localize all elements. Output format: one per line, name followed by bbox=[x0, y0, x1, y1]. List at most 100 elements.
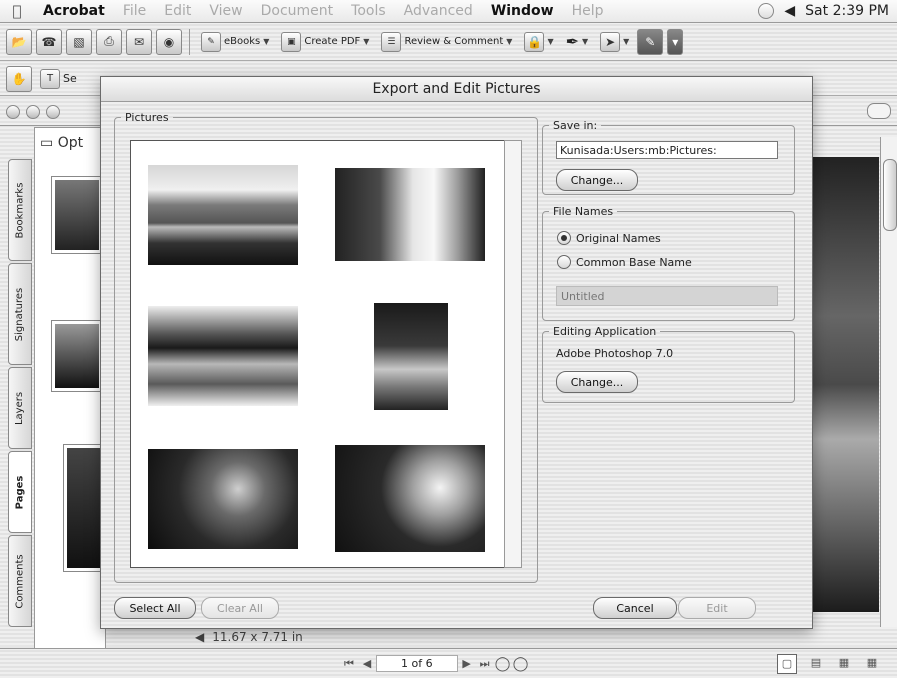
page-indicator[interactable]: 1 of 6 bbox=[376, 655, 458, 672]
tab-pages[interactable]: Pages bbox=[8, 451, 32, 533]
options-button[interactable]: ▭ Opt bbox=[40, 135, 83, 151]
picture-thumbnail[interactable] bbox=[374, 303, 448, 410]
go-forward-icon[interactable]: ◯ bbox=[512, 655, 530, 673]
dropdown-arrow-icon[interactable]: ▼ bbox=[547, 37, 553, 46]
continuous-icon[interactable]: ▤ bbox=[807, 654, 825, 672]
clear-all-button[interactable]: Clear All bbox=[201, 597, 279, 619]
previous-page-icon[interactable]: ◀ bbox=[358, 655, 376, 673]
clock[interactable]: Sat 2:39 PM bbox=[805, 3, 889, 19]
open-web-icon[interactable]: ☎ bbox=[36, 28, 62, 55]
print-icon[interactable]: ⎙ bbox=[96, 28, 122, 55]
minimize-window-icon[interactable] bbox=[26, 105, 40, 119]
select-all-button[interactable]: Select All bbox=[114, 597, 196, 619]
moon-icon[interactable] bbox=[758, 3, 775, 19]
dropdown-arrow-icon[interactable]: ▼ bbox=[263, 37, 269, 46]
vertical-scrollbar[interactable] bbox=[880, 137, 897, 627]
menu-help[interactable]: Help bbox=[563, 3, 613, 19]
continuous-facing-icon[interactable]: ▦ bbox=[863, 654, 881, 672]
ebooks-button[interactable]: ✎ eBooks ▼ bbox=[197, 31, 273, 52]
menu-window[interactable]: Window bbox=[482, 3, 563, 19]
review-comment-icon: ☰ bbox=[381, 31, 402, 52]
save-icon[interactable]: ▧ bbox=[66, 28, 92, 55]
dropdown-arrow-icon[interactable]: ▼ bbox=[623, 37, 629, 46]
editing-app-change-button[interactable]: Change... bbox=[556, 371, 638, 393]
secure-button[interactable]: 🔒 ▼ bbox=[520, 31, 557, 52]
close-window-icon[interactable] bbox=[6, 105, 20, 119]
tab-comments-label: Comments bbox=[14, 553, 26, 609]
dropdown-arrow-icon[interactable]: ▼ bbox=[506, 37, 512, 46]
original-names-label: Original Names bbox=[576, 231, 661, 245]
menu-edit[interactable]: Edit bbox=[155, 3, 200, 19]
lock-icon: 🔒 bbox=[524, 31, 545, 52]
last-page-icon[interactable]: ⏭ bbox=[476, 655, 494, 673]
radio-unselected-icon bbox=[557, 255, 571, 269]
options-label: Opt bbox=[57, 135, 84, 151]
select-text-icon: T bbox=[40, 68, 60, 89]
save-in-label: Save in: bbox=[553, 119, 598, 132]
base-name-field: Untitled bbox=[556, 286, 778, 306]
dropdown-arrow-icon[interactable]: ▼ bbox=[582, 37, 588, 46]
menu-view[interactable]: View bbox=[200, 3, 251, 19]
create-pdf-label: Create PDF bbox=[304, 36, 361, 47]
edit-button[interactable]: Edit bbox=[678, 597, 756, 619]
editing-application-name: Adobe Photoshop 7.0 bbox=[556, 347, 674, 360]
tab-comments[interactable]: Comments bbox=[8, 535, 32, 627]
tab-signatures[interactable]: Signatures bbox=[8, 263, 32, 365]
create-pdf-icon: ▣ bbox=[281, 31, 302, 52]
tab-layers[interactable]: Layers bbox=[8, 367, 32, 449]
menu-document[interactable]: Document bbox=[252, 3, 343, 19]
cancel-button[interactable]: Cancel bbox=[593, 597, 677, 619]
toolbar-separator bbox=[189, 28, 190, 55]
menu-acrobat[interactable]: Acrobat bbox=[34, 3, 114, 19]
email-icon[interactable]: ✉ bbox=[126, 28, 152, 55]
facing-icon[interactable]: ▦ bbox=[835, 654, 853, 672]
file-names-label: File Names bbox=[553, 205, 614, 218]
hand-tool-icon[interactable]: ✋ bbox=[6, 65, 32, 92]
review-comment-button[interactable]: ☰ Review & Comment ▼ bbox=[377, 31, 516, 52]
next-page-icon[interactable]: ▶ bbox=[458, 655, 476, 673]
main-toolbar: 📂 ☎ ▧ ⎙ ✉ ◉ ✎ eBooks ▼ ▣ Create PDF ▼ ☰ Revie… bbox=[0, 23, 897, 61]
page-thumbnail[interactable] bbox=[52, 177, 102, 253]
page-size-bar: ◀ 11.67 x 7.71 in bbox=[195, 628, 395, 645]
single-page-icon[interactable]: ▢ bbox=[777, 653, 797, 674]
tab-signatures-label: Signatures bbox=[14, 287, 26, 341]
volume-icon[interactable]: ◀ bbox=[784, 3, 795, 19]
tab-bookmarks[interactable]: Bookmarks bbox=[8, 159, 32, 261]
page-thumbnail[interactable] bbox=[52, 321, 102, 391]
picture-thumbnail[interactable] bbox=[335, 168, 485, 261]
zoom-window-icon[interactable] bbox=[46, 105, 60, 119]
picture-thumbnail[interactable] bbox=[148, 449, 298, 549]
create-pdf-button[interactable]: ▣ Create PDF ▼ bbox=[277, 31, 373, 52]
radio-selected-icon bbox=[557, 231, 571, 245]
common-base-name-radio[interactable]: Common Base Name bbox=[557, 255, 692, 269]
page-thumbnail[interactable] bbox=[64, 445, 104, 571]
first-page-icon[interactable]: ⏮ bbox=[340, 655, 358, 673]
save-in-change-button[interactable]: Change... bbox=[556, 169, 638, 191]
open-icon[interactable]: 📂 bbox=[6, 28, 32, 55]
sign-button[interactable]: ✒ ▼ bbox=[562, 32, 593, 51]
picture-thumbnail[interactable] bbox=[148, 306, 298, 406]
dropdown-arrow-icon[interactable]: ▼ bbox=[363, 37, 369, 46]
original-names-radio[interactable]: Original Names bbox=[557, 231, 661, 245]
menu-tools[interactable]: Tools bbox=[342, 3, 395, 19]
go-back-icon[interactable]: ◯ bbox=[494, 655, 512, 673]
ebooks-icon: ✎ bbox=[201, 31, 221, 52]
advanced-editing-button[interactable]: ➤ ▼ bbox=[596, 31, 633, 52]
picture-thumbnail[interactable] bbox=[335, 445, 485, 552]
touchup-icon[interactable]: ✎ bbox=[637, 28, 664, 55]
menu-file[interactable]: File bbox=[114, 3, 155, 19]
tab-pages-label: Pages bbox=[14, 475, 26, 509]
pictures-list[interactable] bbox=[130, 140, 505, 568]
menu-advanced[interactable]: Advanced bbox=[395, 3, 482, 19]
apple-menu-icon[interactable]:  bbox=[0, 2, 34, 20]
binoculars-icon[interactable]: ◉ bbox=[156, 28, 182, 55]
toolbar-toggle-icon[interactable] bbox=[867, 103, 891, 119]
picture-thumbnail[interactable] bbox=[148, 165, 298, 265]
scroll-thumb[interactable] bbox=[883, 159, 897, 231]
pictures-scrollbar[interactable] bbox=[504, 140, 522, 568]
select-text-tool[interactable]: T Se bbox=[36, 68, 81, 89]
scroll-left-icon[interactable]: ◀ bbox=[195, 630, 204, 644]
common-base-name-label: Common Base Name bbox=[576, 255, 692, 269]
more-tools-icon[interactable]: ▾ bbox=[667, 28, 684, 55]
save-path-field[interactable]: Kunisada:Users:mb:Pictures: bbox=[556, 141, 778, 159]
